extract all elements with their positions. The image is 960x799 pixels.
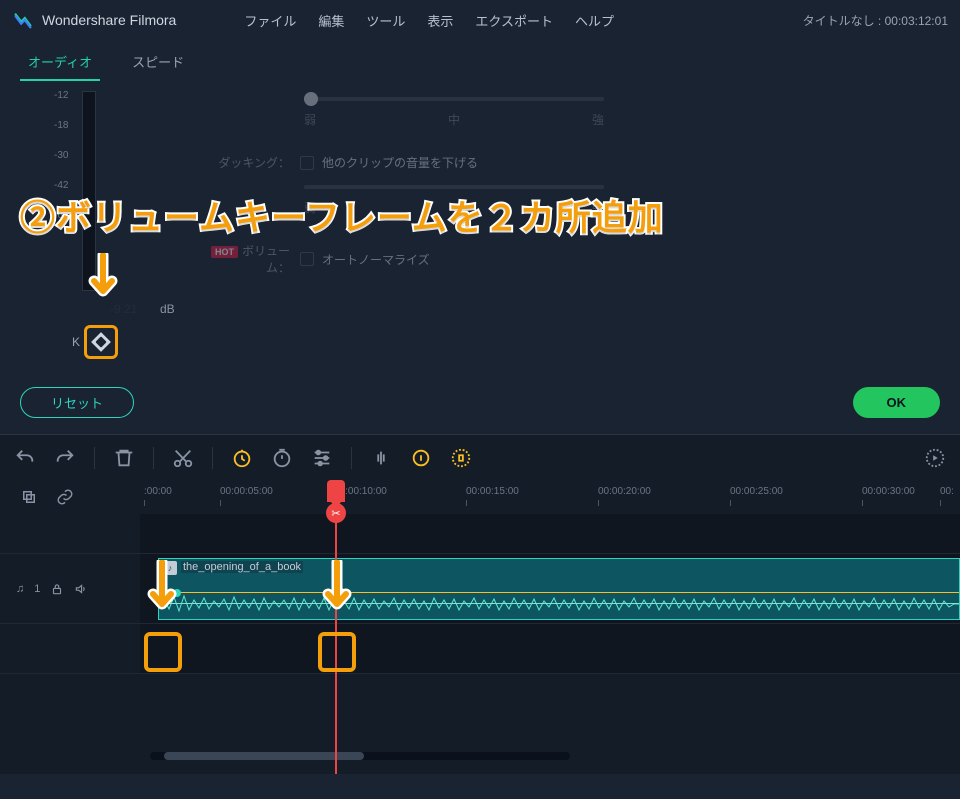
slider-thumb[interactable]	[304, 92, 318, 106]
auto-normalize-label: オートノーマライズ	[322, 251, 430, 268]
ducking-slider[interactable]	[304, 185, 604, 189]
db-tick: -30	[54, 151, 68, 161]
music-note-icon: ♫	[16, 583, 24, 595]
annotation-arrow-3-fg	[322, 560, 352, 616]
kf-prev[interactable]: K	[72, 335, 80, 349]
timeline-toolbar	[0, 434, 960, 480]
add-keyframe-button[interactable]	[84, 325, 118, 359]
db-tick: -18	[54, 121, 68, 131]
ruler-tick: 00:00:15:00	[466, 486, 519, 497]
ruler-row: :00:0000:00:05:0000:00:10:0000:00:15:000…	[0, 480, 960, 514]
hot-badge: HOT	[211, 246, 238, 258]
menu-file[interactable]: ファイル	[244, 11, 296, 30]
menu-view[interactable]: 表示	[427, 11, 453, 30]
menu-help[interactable]: ヘルプ	[575, 11, 614, 30]
app-title: Wondershare Filmora	[42, 12, 176, 28]
track-number: 1	[34, 583, 40, 595]
project-timecode: 00:03:12:01	[885, 14, 948, 28]
audio-track-area[interactable]: ♪ the_opening_of_a_book	[140, 554, 960, 623]
db-tick: -12	[54, 91, 68, 101]
ruler-tick: 00:00:25:00	[730, 486, 783, 497]
adjust-icon[interactable]	[311, 447, 333, 469]
enhance-icon[interactable]	[410, 447, 432, 469]
main-menu: ファイル 編集 ツール 表示 エクスポート ヘルプ	[244, 11, 614, 30]
intensity-slider[interactable]	[304, 97, 604, 101]
cut-icon[interactable]	[172, 447, 194, 469]
reset-button[interactable]: リセット	[20, 387, 134, 418]
tab-audio[interactable]: オーディオ	[20, 48, 100, 81]
slider-label-weak: 弱	[304, 111, 316, 128]
menu-export[interactable]: エクスポート	[475, 11, 553, 30]
audio-icon[interactable]	[370, 447, 392, 469]
clip-name: the_opening_of_a_book	[181, 561, 303, 573]
annotation-arrow-2-fg	[147, 560, 177, 616]
copy-tracks-icon[interactable]	[20, 488, 38, 506]
top-bar: Wondershare Filmora ファイル 編集 ツール 表示 エクスポー…	[0, 0, 960, 40]
auto-normalize-checkbox[interactable]	[300, 252, 314, 266]
timer-icon[interactable]	[271, 447, 293, 469]
volume-line[interactable]	[159, 592, 959, 593]
slider-label-mid: 中	[448, 111, 460, 128]
menu-tools[interactable]: ツール	[366, 11, 405, 30]
playhead-cut-icon[interactable]: ✂	[326, 503, 346, 523]
clip-border-line	[159, 603, 959, 604]
ruler-tick: 00:00:30:00	[862, 486, 915, 497]
keyframe-controls: K	[84, 325, 118, 359]
menu-edit[interactable]: 編集	[318, 11, 344, 30]
speed-icon[interactable]	[231, 447, 253, 469]
delete-icon[interactable]	[113, 447, 135, 469]
project-info: タイトルなし : 00:03:12:01	[803, 12, 948, 29]
horizontal-scrollbar[interactable]	[150, 752, 570, 760]
waveform	[159, 591, 959, 617]
ducking-desc: 他のクリップの音量を下げる	[322, 154, 478, 171]
volume-label: ボリューム：	[242, 244, 290, 275]
project-name: タイトルなし	[803, 14, 875, 28]
audio-clip[interactable]: ♪ the_opening_of_a_book	[158, 558, 960, 620]
speaker-icon[interactable]	[74, 582, 88, 596]
ruler-tick: 00:	[940, 486, 954, 497]
speech-icon[interactable]	[450, 447, 472, 469]
lock-icon[interactable]	[50, 582, 64, 596]
audio-track-header: ♫ 1	[0, 554, 140, 623]
tab-speed[interactable]: スピード	[124, 48, 192, 81]
annotation-highlight-1	[144, 632, 182, 672]
playhead-handle[interactable]	[327, 480, 345, 502]
annotation-arrow-1-fg	[88, 253, 118, 303]
ruler-tick: 00:00:20:00	[598, 486, 651, 497]
undo-icon[interactable]	[14, 447, 36, 469]
db-value: -9.21	[110, 302, 137, 316]
ruler-tick: 00:00:05:00	[220, 486, 273, 497]
annotation-highlight-2	[318, 632, 356, 672]
render-icon[interactable]	[924, 447, 946, 469]
annotation-text: ②ボリュームキーフレームを２カ所追加	[20, 190, 664, 241]
ok-button[interactable]: OK	[853, 387, 941, 418]
link-icon[interactable]	[56, 488, 74, 506]
diamond-icon	[91, 332, 111, 352]
slider-label-strong: 強	[592, 111, 604, 128]
ducking-label: ダッキング：	[200, 154, 290, 171]
button-row: リセット OK	[0, 371, 960, 434]
redo-icon[interactable]	[54, 447, 76, 469]
ruler-tick: :00:00	[144, 486, 172, 497]
panel-tabs: オーディオ スピード	[0, 40, 960, 81]
ducking-checkbox[interactable]	[300, 156, 314, 170]
time-ruler[interactable]: :00:0000:00:05:0000:00:10:0000:00:15:000…	[140, 480, 960, 514]
app-logo-icon	[12, 9, 34, 31]
